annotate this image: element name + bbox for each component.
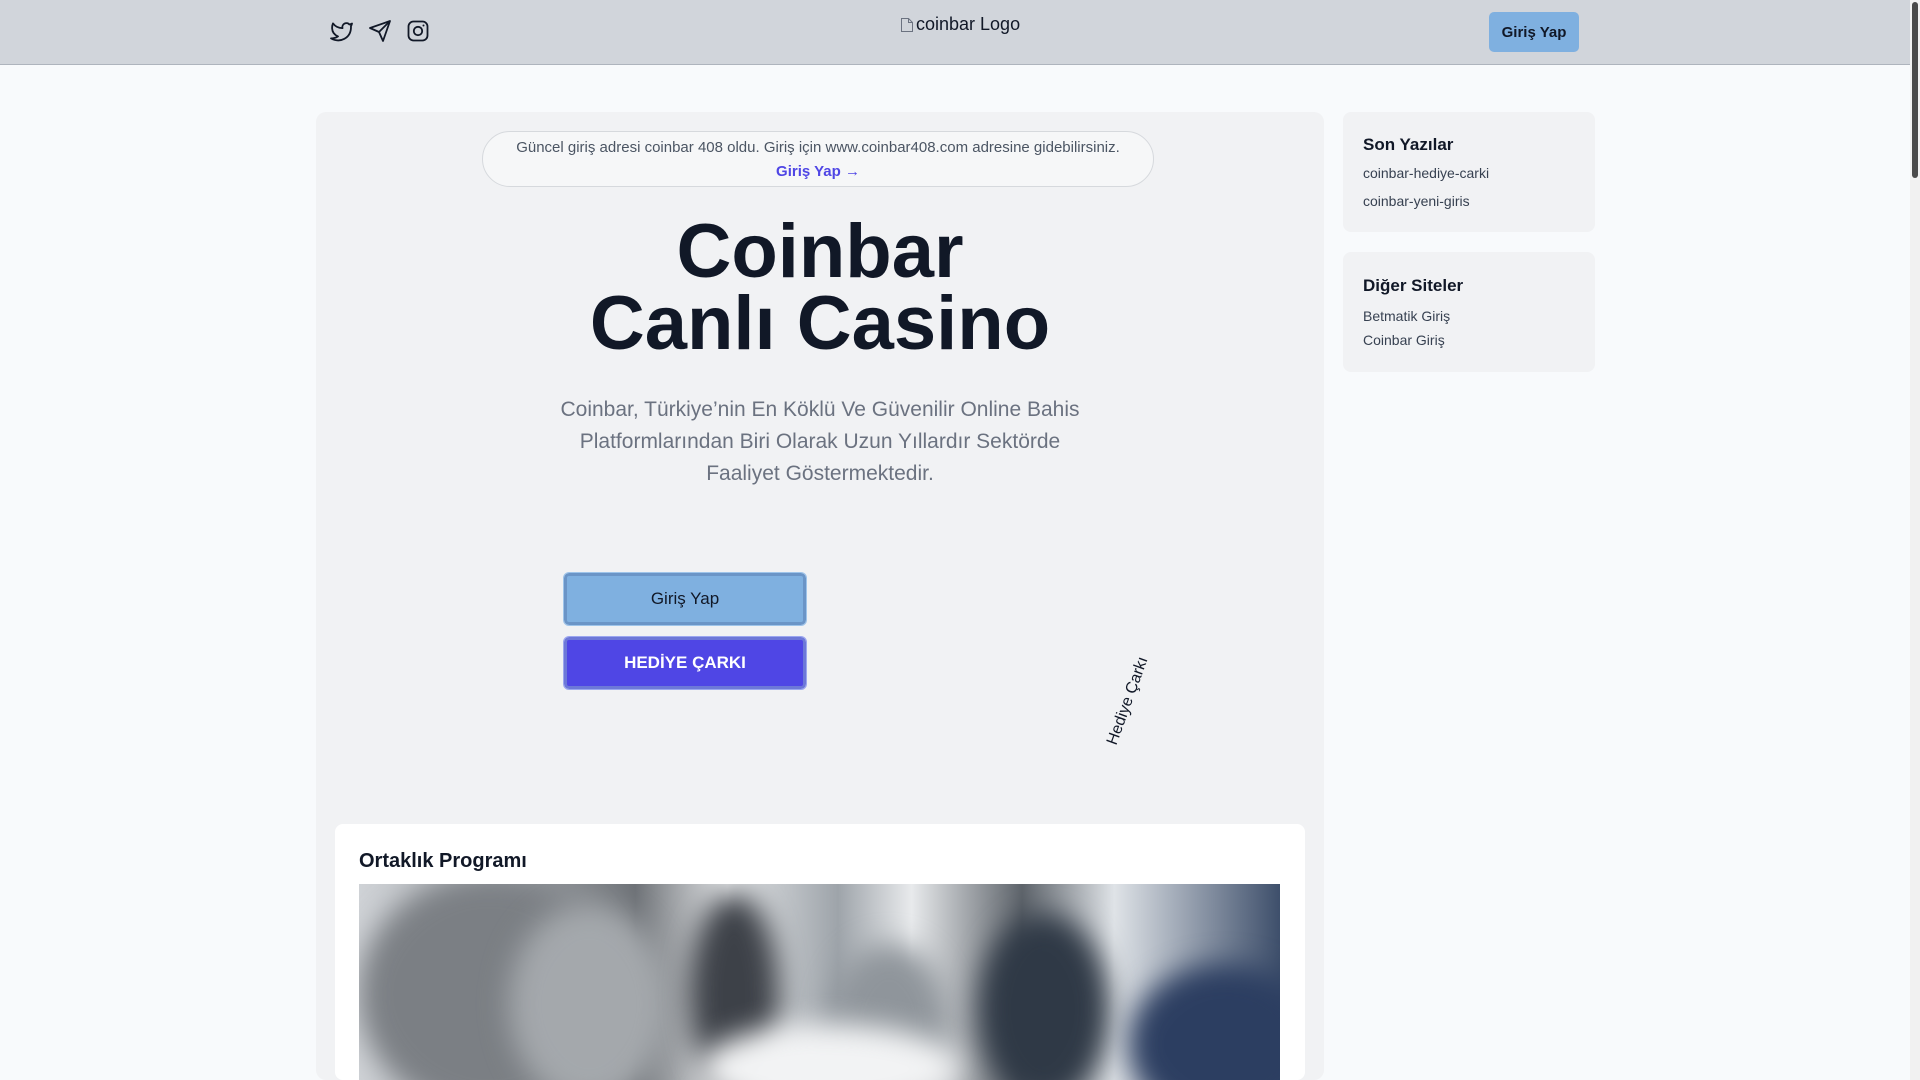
- site-logo[interactable]: coinbar Logo: [900, 14, 1020, 35]
- affiliate-handshake-image: [359, 884, 1280, 1080]
- other-sites-widget: Diğer Siteler Betmatik Giriş Coinbar Gir…: [1343, 252, 1595, 372]
- page-scrollbar[interactable]: [1910, 0, 1920, 1080]
- header-login-button[interactable]: Giriş Yap: [1489, 12, 1579, 52]
- other-sites-title: Diğer Siteler: [1363, 276, 1464, 295]
- image-blob: [979, 914, 1109, 1080]
- logo-alt-text: coinbar Logo: [916, 14, 1021, 34]
- broken-image-icon: [900, 17, 914, 33]
- other-site-link[interactable]: Coinbar Giriş: [1363, 332, 1445, 348]
- social-links: [330, 19, 430, 43]
- gift-wheel-rotated-link[interactable]: Hediye Çarkı: [1104, 654, 1153, 747]
- recent-post-link[interactable]: coinbar-yeni-giris: [1363, 193, 1470, 209]
- image-blob: [509, 904, 669, 1080]
- affiliate-card: Ortaklık Programı: [335, 824, 1305, 1080]
- twitter-icon[interactable]: [330, 19, 354, 43]
- notice-login-link[interactable]: Giriş Yap →: [776, 163, 860, 180]
- recent-posts-title: Son Yazılar: [1363, 135, 1454, 154]
- image-blob: [1129, 964, 1280, 1080]
- affiliate-card-title: Ortaklık Programı: [359, 850, 527, 872]
- address-notice: Güncel giriş adresi coinbar 408 oldu. Gi…: [482, 131, 1154, 187]
- hero-subtitle: Coinbar, Türkiye’nin En Köklü Ve Güvenil…: [560, 398, 1080, 485]
- send-icon[interactable]: [368, 19, 392, 43]
- hero-title-line2: Canlı Casino: [589, 281, 1051, 366]
- other-site-link[interactable]: Betmatik Giriş: [1363, 308, 1450, 324]
- instagram-icon[interactable]: [406, 19, 430, 43]
- gift-wheel-button[interactable]: HEDİYE ÇARKI: [563, 636, 807, 690]
- recent-post-link[interactable]: coinbar-hediye-carki: [1363, 165, 1489, 181]
- hero-title-line1: Coinbar: [676, 209, 964, 294]
- main-content: Güncel giriş adresi coinbar 408 oldu. Gi…: [316, 112, 1324, 1080]
- hero-login-button[interactable]: Giriş Yap: [563, 572, 807, 626]
- notice-text: Güncel giriş adresi coinbar 408 oldu. Gi…: [516, 139, 1120, 156]
- hero-title: Coinbar Canlı Casino: [316, 209, 1324, 366]
- scrollbar-thumb[interactable]: [1912, 2, 1918, 178]
- recent-posts-widget: Son Yazılar coinbar-hediye-carki coinbar…: [1343, 112, 1595, 232]
- top-header: coinbar Logo Giriş Yap: [0, 0, 1910, 65]
